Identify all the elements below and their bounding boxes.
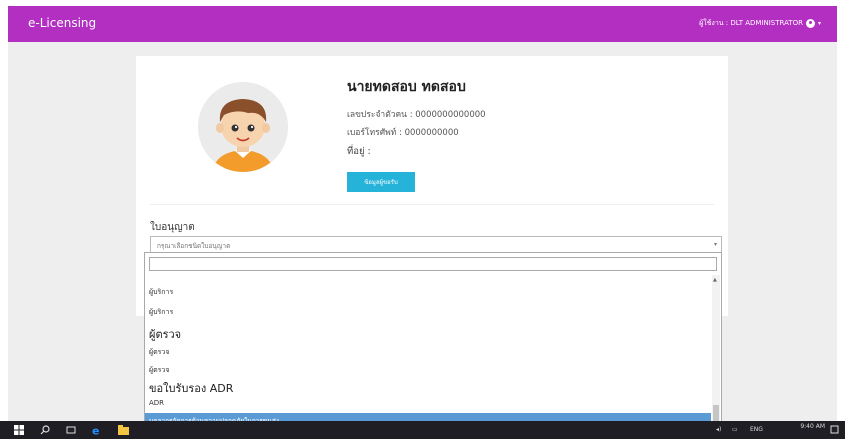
profile-name: นายทดสอบ ทดสอบ — [347, 79, 466, 95]
profile-id: เลขประจำตัวคน : 0000000000000 — [347, 110, 486, 120]
dropdown-option[interactable]: ผู้บริการ — [149, 307, 173, 318]
avatar — [198, 82, 288, 172]
speaker-icon[interactable]: ◂) — [716, 426, 721, 433]
task-view-icon[interactable] — [66, 425, 76, 435]
license-type-placeholder: กรุณาเลือกชนิดใบอนุญาต — [157, 242, 231, 250]
license-section-label: ใบอนุญาต — [150, 222, 195, 233]
search-icon[interactable] — [40, 425, 50, 435]
top-bar: e-Licensing ผู้ใช้งาน : DLT ADMINISTRATO… — [8, 6, 837, 42]
language-indicator[interactable]: ENG — [750, 426, 763, 433]
file-explorer-icon[interactable] — [118, 425, 129, 435]
taskbar: e ◂) ▭ ENG 9:40 AM — [0, 421, 845, 439]
scroll-up-icon[interactable]: ▲ — [713, 277, 717, 283]
chevron-down-icon: ▾ — [713, 241, 717, 248]
dropdown-option[interactable]: ผู้ตรวจ — [149, 347, 169, 358]
user-menu-label: ผู้ใช้งาน : DLT ADMINISTRATOR — [699, 19, 803, 27]
profile-address: ที่อยู่ : — [347, 146, 371, 157]
keyboard-icon[interactable]: ▭ — [732, 426, 738, 433]
edge-browser-icon[interactable]: e — [92, 425, 103, 435]
clock-time: 9:40 AM — [800, 423, 825, 430]
user-icon — [805, 19, 815, 28]
dropdown-options: ผู้บริการ ผู้บริการ ผู้ตรวจ ผู้ตรวจ ผู้ต… — [145, 275, 711, 427]
applicant-info-button[interactable]: ข้อมูลผู้ขอรับ — [347, 172, 415, 192]
notification-icon[interactable] — [830, 425, 839, 435]
dropdown-option[interactable]: ขอใบรับรอง ADR — [149, 379, 233, 397]
dropdown-option[interactable]: ADR — [149, 399, 164, 407]
windows-start-icon[interactable] — [14, 425, 24, 435]
brand-title[interactable]: e-Licensing — [28, 16, 96, 30]
dropdown-search-input[interactable] — [149, 257, 717, 271]
clock[interactable]: 9:40 AM — [800, 423, 825, 430]
svg-text:e: e — [92, 425, 99, 435]
divider — [150, 204, 714, 205]
boy-avatar-icon — [198, 82, 288, 172]
profile-phone: เบอร์โทรศัพท์ : 0000000000 — [347, 128, 459, 138]
dropdown-option[interactable]: ผู้ตรวจ — [149, 365, 169, 376]
dropdown-scrollbar[interactable]: ▲ — [712, 275, 720, 427]
dropdown-option[interactable]: ผู้ตรวจ — [149, 325, 181, 343]
license-dropdown: ผู้บริการ ผู้บริการ ผู้ตรวจ ผู้ตรวจ ผู้ต… — [144, 252, 722, 428]
dropdown-option[interactable]: ผู้บริการ — [149, 287, 173, 298]
user-menu[interactable]: ผู้ใช้งาน : DLT ADMINISTRATOR ▾ — [699, 18, 821, 29]
chevron-down-icon: ▾ — [817, 20, 821, 27]
